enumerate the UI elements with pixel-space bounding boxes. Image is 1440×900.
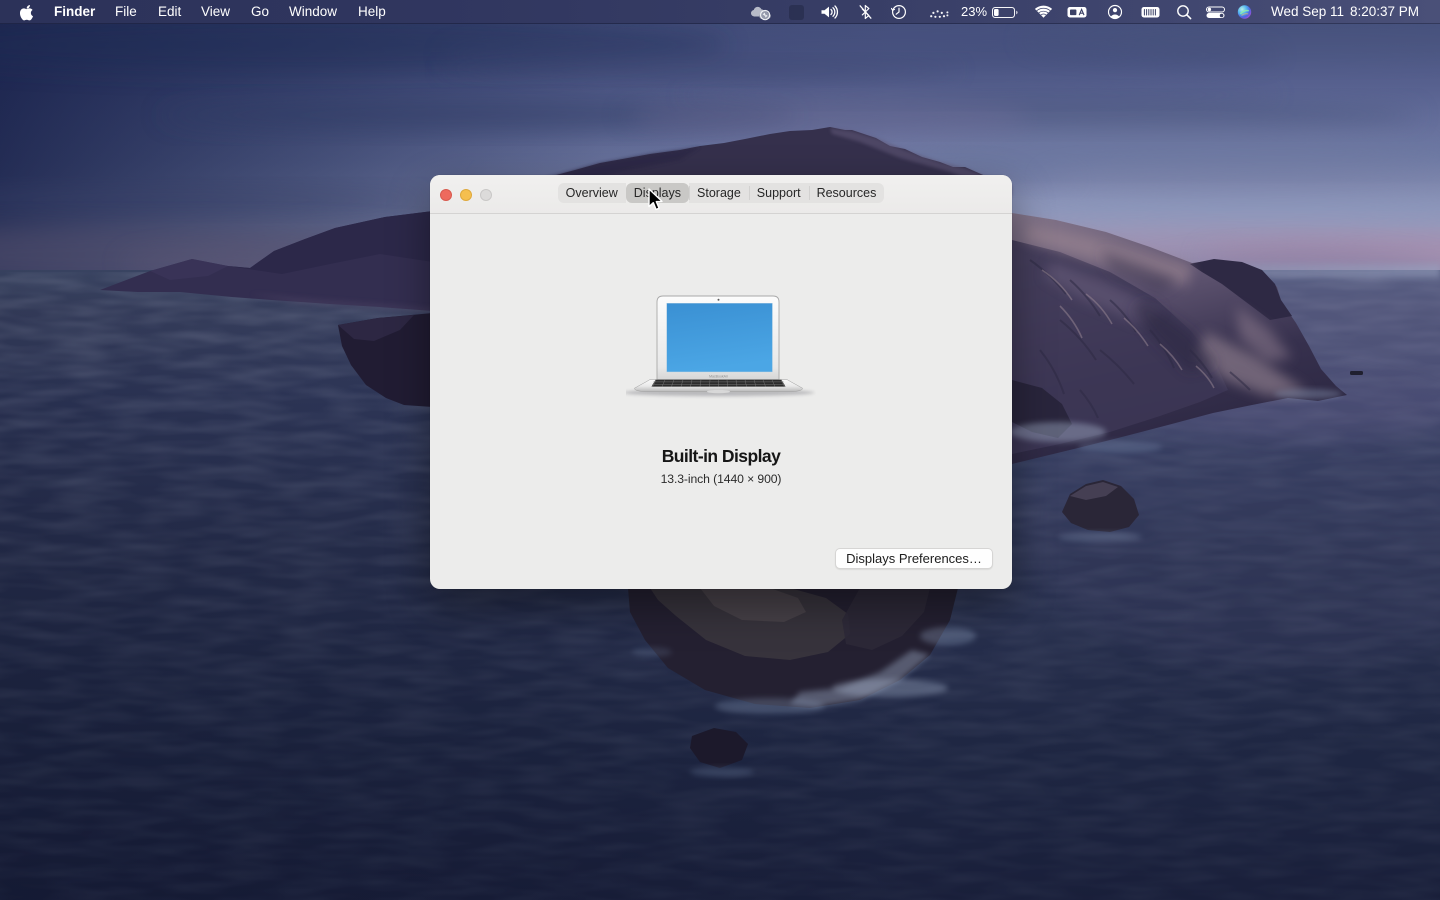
svg-text:MacBookAir: MacBookAir <box>709 375 729 379</box>
